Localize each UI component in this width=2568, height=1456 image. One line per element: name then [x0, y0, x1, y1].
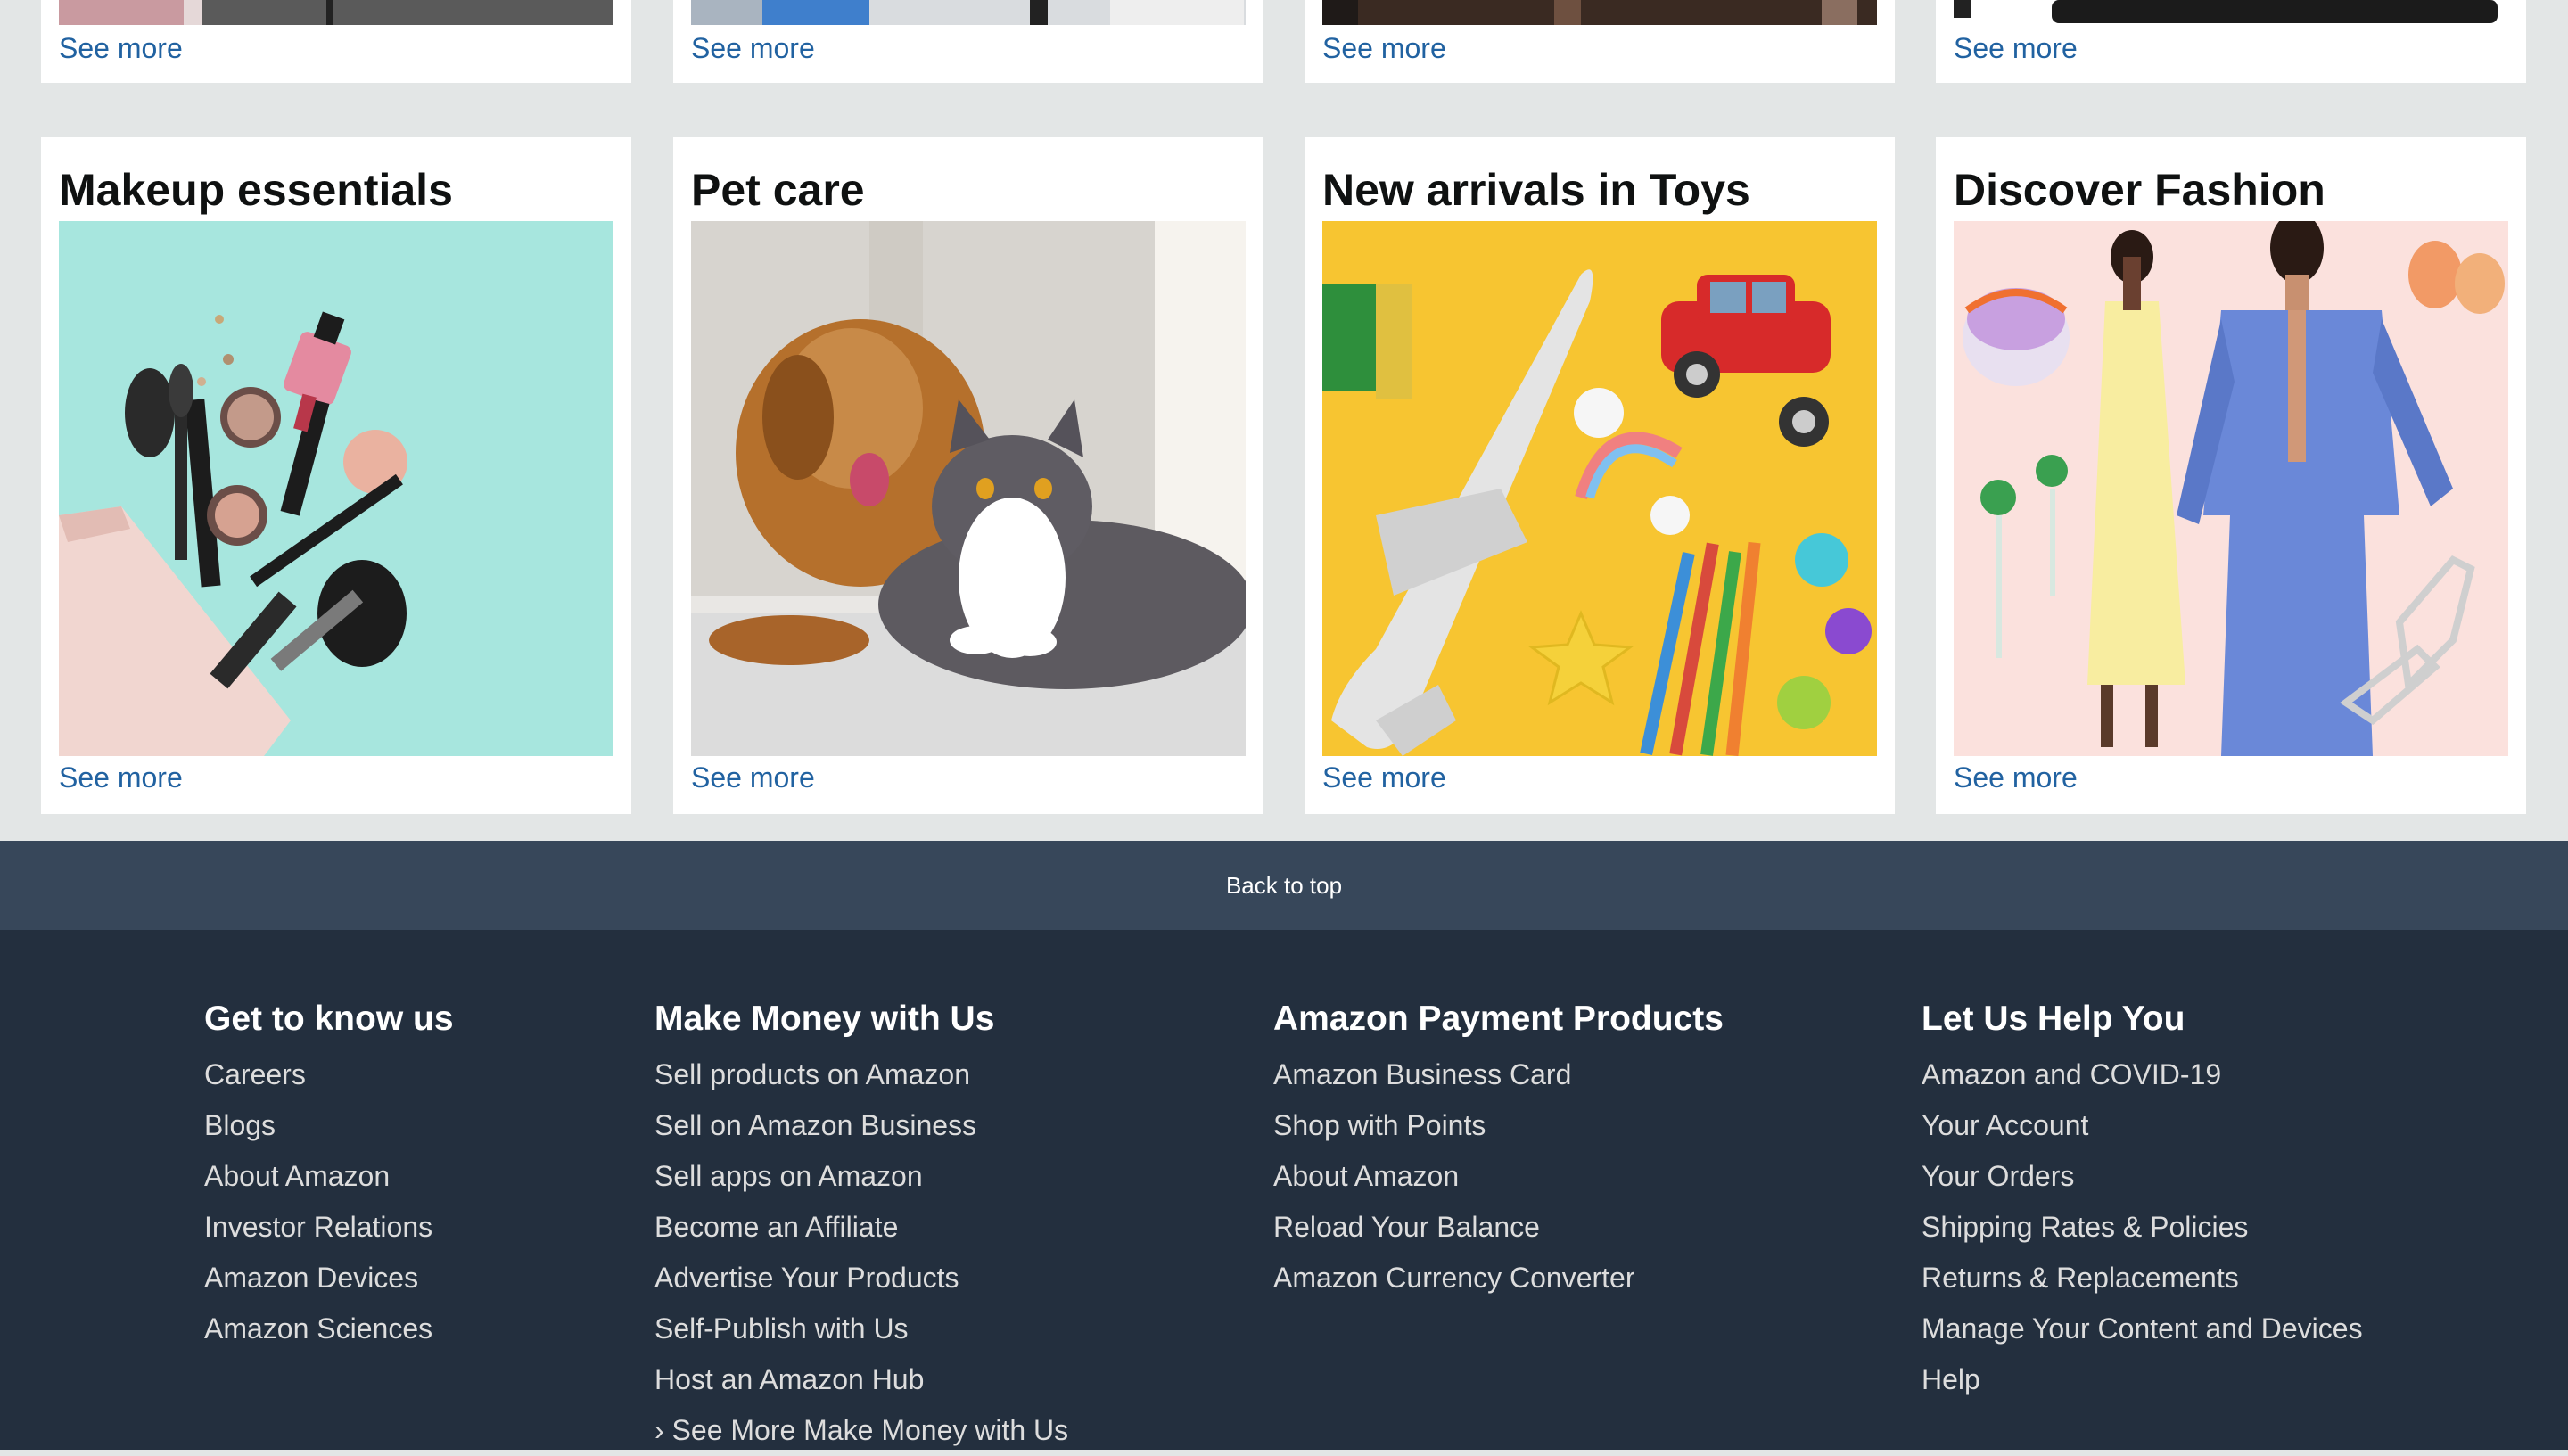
footer-link[interactable]: Sell on Amazon Business: [654, 1100, 1068, 1151]
see-more-link[interactable]: See more: [1322, 761, 1446, 794]
top-card-2: See more: [673, 0, 1263, 83]
toys-image[interactable]: [1322, 221, 1877, 756]
pet-image[interactable]: [691, 221, 1246, 756]
footer-column-payment-products: Amazon Payment Products Amazon Business …: [1273, 999, 1724, 1304]
footer-link[interactable]: Host an Amazon Hub: [654, 1354, 1068, 1405]
footer-link[interactable]: Sell apps on Amazon: [654, 1151, 1068, 1202]
footer-link[interactable]: About Amazon: [204, 1151, 454, 1202]
footer-link[interactable]: Amazon Sciences: [204, 1304, 454, 1354]
top-card-image[interactable]: [691, 0, 1246, 25]
see-more-link[interactable]: See more: [691, 761, 815, 794]
fashion-image[interactable]: [1954, 221, 2508, 756]
footer: Get to know us Careers Blogs About Amazo…: [0, 930, 2568, 1450]
footer-column-get-to-know-us: Get to know us Careers Blogs About Amazo…: [204, 999, 454, 1354]
card-fashion: Discover Fashion See more: [1936, 137, 2526, 814]
footer-column-make-money: Make Money with Us Sell products on Amaz…: [654, 999, 1068, 1456]
see-more-link[interactable]: See more: [59, 761, 183, 794]
footer-link[interactable]: Self-Publish with Us: [654, 1304, 1068, 1354]
footer-column-heading: Amazon Payment Products: [1273, 999, 1724, 1038]
footer-link[interactable]: Shop with Points: [1273, 1100, 1724, 1151]
card-title: Makeup essentials: [59, 165, 453, 215]
card-makeup: Makeup essentials See more: [41, 137, 631, 814]
footer-link-see-more[interactable]: › See More Make Money with Us: [654, 1405, 1068, 1456]
makeup-image[interactable]: [59, 221, 613, 756]
footer-link[interactable]: Your Orders: [1922, 1151, 2363, 1202]
footer-link[interactable]: Returns & Replacements: [1922, 1253, 2363, 1304]
top-card-image[interactable]: [59, 0, 613, 25]
see-more-link[interactable]: See more: [1954, 32, 2078, 65]
top-card-image[interactable]: [1322, 0, 1877, 25]
footer-link[interactable]: Careers: [204, 1049, 454, 1100]
top-card-1: See more: [41, 0, 631, 83]
footer-link[interactable]: Amazon Currency Converter: [1273, 1253, 1724, 1304]
footer-link[interactable]: Manage Your Content and Devices: [1922, 1304, 2363, 1354]
top-card-image[interactable]: [1954, 0, 2508, 25]
footer-link[interactable]: About Amazon: [1273, 1151, 1724, 1202]
see-more-link[interactable]: See more: [1954, 761, 2078, 794]
card-toys: New arrivals in Toys See more: [1305, 137, 1895, 814]
footer-link[interactable]: Reload Your Balance: [1273, 1202, 1724, 1253]
footer-link[interactable]: Your Account: [1922, 1100, 2363, 1151]
see-more-link[interactable]: See more: [59, 32, 183, 65]
back-to-top-button[interactable]: Back to top: [0, 841, 2568, 930]
top-card-4: See more: [1936, 0, 2526, 83]
card-pet-care: Pet care See more: [673, 137, 1263, 814]
footer-link[interactable]: Amazon Devices: [204, 1253, 454, 1304]
footer-link[interactable]: Amazon Business Card: [1273, 1049, 1724, 1100]
see-more-link[interactable]: See more: [691, 32, 815, 65]
footer-link[interactable]: Blogs: [204, 1100, 454, 1151]
footer-column-heading: Let Us Help You: [1922, 999, 2185, 1038]
see-more-link[interactable]: See more: [1322, 32, 1446, 65]
footer-link[interactable]: Sell products on Amazon: [654, 1049, 1068, 1100]
back-to-top-label: Back to top: [1225, 871, 1343, 899]
card-title: Pet care: [691, 165, 865, 215]
card-title: Discover Fashion: [1954, 165, 2325, 215]
card-title: New arrivals in Toys: [1322, 165, 1750, 215]
footer-link[interactable]: Shipping Rates & Policies: [1922, 1202, 2363, 1253]
footer-column-heading: Make Money with Us: [654, 999, 995, 1038]
top-card-3: See more: [1305, 0, 1895, 83]
footer-link[interactable]: Amazon and COVID-19: [1922, 1049, 2363, 1100]
footer-link[interactable]: Help: [1922, 1354, 2363, 1405]
footer-link[interactable]: Become an Affiliate: [654, 1202, 1068, 1253]
footer-column-heading: Get to know us: [204, 999, 454, 1038]
footer-link[interactable]: Investor Relations: [204, 1202, 454, 1253]
footer-link[interactable]: Advertise Your Products: [654, 1253, 1068, 1304]
footer-column-help: Let Us Help You Amazon and COVID-19 Your…: [1922, 999, 2363, 1405]
